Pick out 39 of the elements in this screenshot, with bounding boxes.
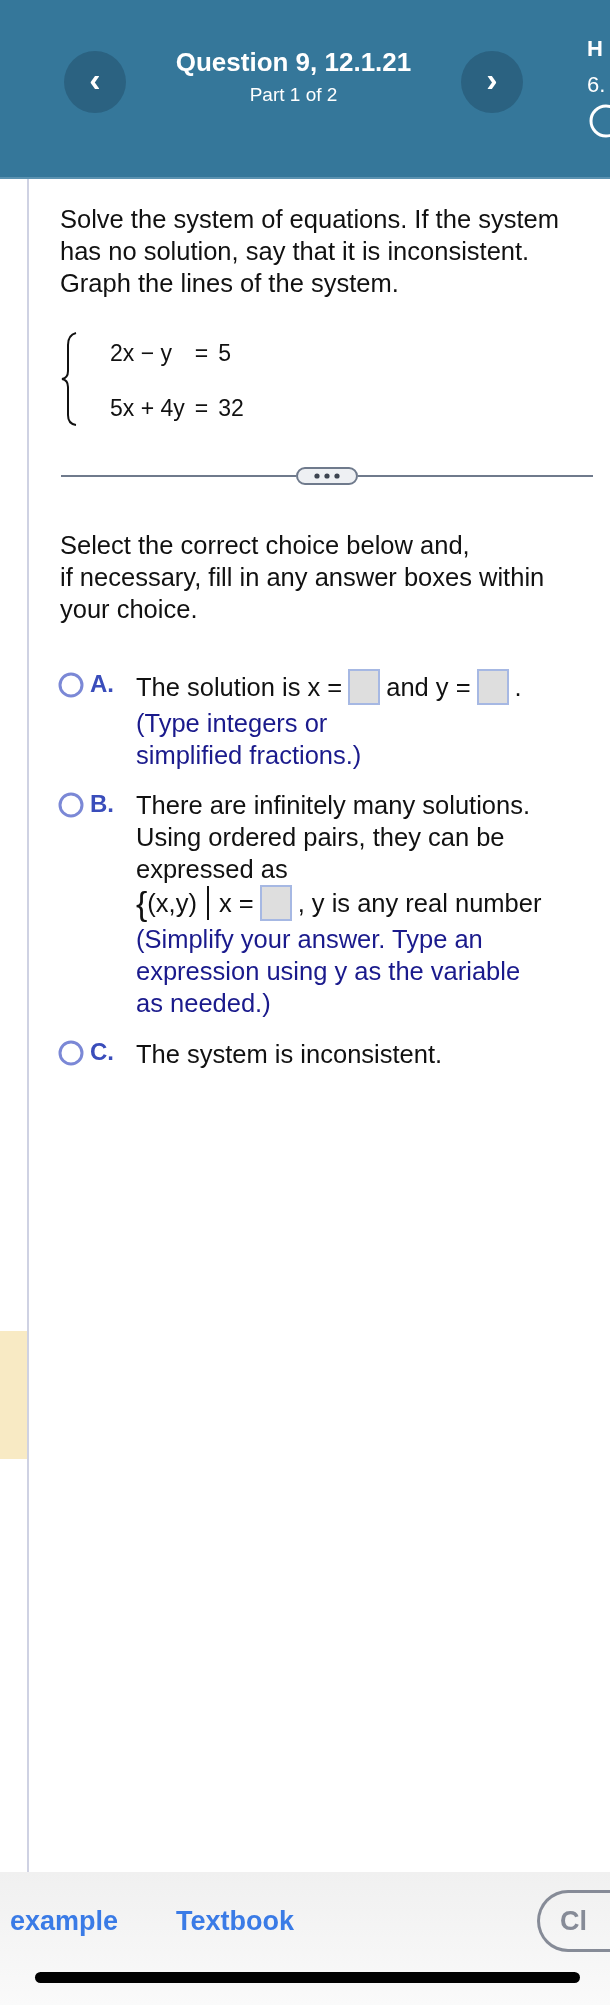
part-label: Part 1 of 2 — [249, 83, 338, 107]
choice-text: . — [514, 672, 522, 702]
radio-button[interactable] — [58, 1040, 84, 1066]
homework-title: H — [587, 36, 604, 62]
equation-left: 2x − y — [110, 339, 173, 368]
footer-link[interactable]: example — [10, 1905, 119, 1937]
choice-letter: C. — [90, 1037, 115, 1067]
answer-box[interactable] — [259, 885, 292, 921]
radio-button[interactable] — [58, 792, 84, 818]
choice-text: , y is any real number — [297, 888, 542, 918]
equation-right: 32 — [218, 394, 244, 423]
choice-letter: B. — [90, 789, 115, 819]
hint-text: (Type integers or simplified fractions.) — [136, 708, 363, 771]
question-text: Solve the system of equations. If the system has no solution, say that it is inconsistent. Graph the lines of the system. — [60, 204, 560, 299]
choice-text: The system is inconsistent. — [136, 1039, 443, 1069]
such-that-bar — [206, 886, 209, 920]
choice-text: x = — [218, 888, 254, 918]
answer-box[interactable] — [476, 669, 509, 705]
choice-text: (x,y) — [147, 888, 197, 917]
radio-button[interactable] — [58, 672, 84, 698]
equation-right: 5 — [218, 339, 233, 368]
ellipsis-icon — [314, 473, 340, 479]
answer-box[interactable] — [348, 669, 381, 705]
choice-text: and y = — [386, 672, 471, 702]
brace-symbol: { — [136, 886, 148, 920]
footer-link[interactable]: Textbook — [176, 1905, 295, 1937]
question-title: Question 9, 12.1.21 — [175, 46, 412, 78]
equation-left: 5x + 4y — [110, 394, 185, 423]
equals-sign: = — [194, 339, 209, 368]
expand-button[interactable] — [296, 467, 358, 485]
instruction-text: Select the correct choice below and, if necessary, fill in any answer boxes within your choice. — [60, 530, 546, 625]
choice-letter: A. — [90, 669, 115, 699]
choice-text: The solution is x = — [136, 672, 343, 702]
next-button[interactable]: › — [461, 51, 523, 113]
equals-sign: = — [194, 394, 209, 423]
score-label: 6. — [587, 72, 607, 98]
hint-text: (Simplify your answer. Type an expression using y as the variable as needed.) — [136, 924, 522, 1019]
previous-button[interactable]: ‹ — [64, 51, 126, 113]
close-button[interactable]: Cl — [537, 1890, 610, 1952]
